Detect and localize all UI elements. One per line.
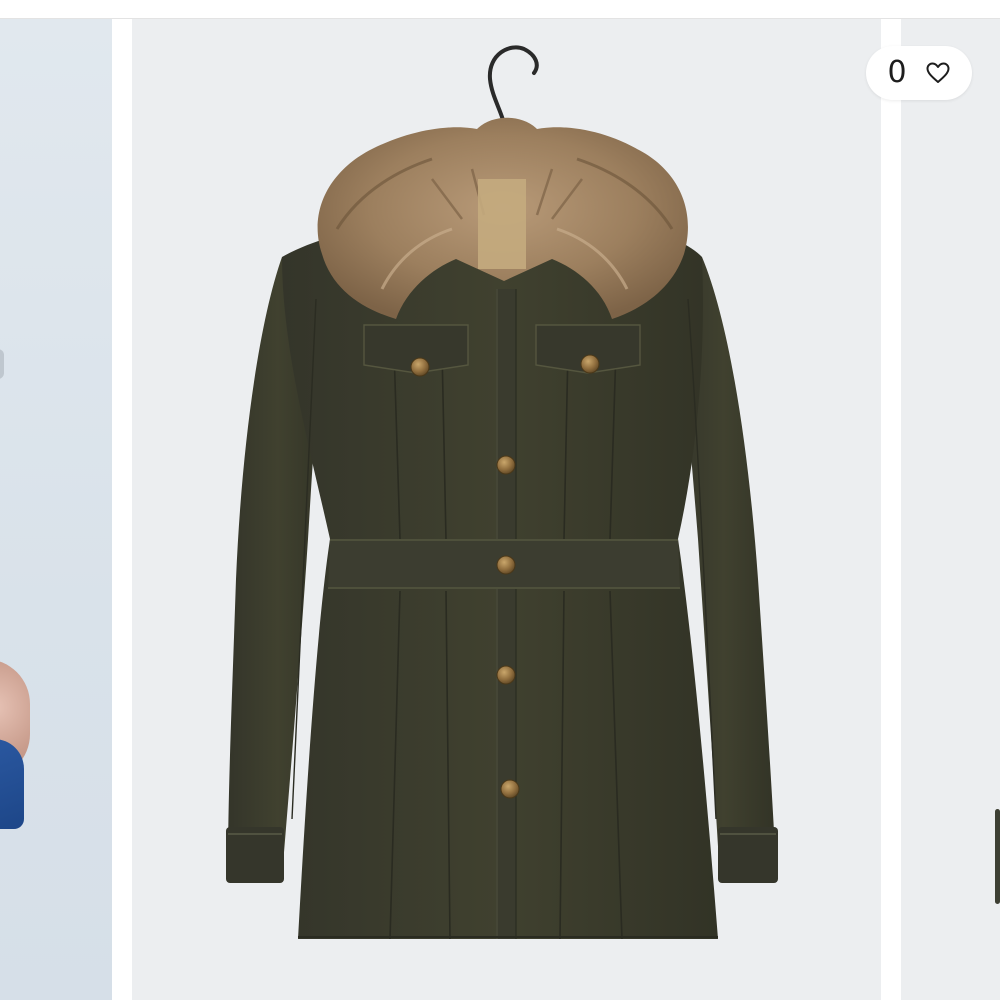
next-product-edge <box>995 809 1000 904</box>
image-carousel[interactable] <box>0 19 1000 1000</box>
model-hair <box>0 349 4 379</box>
carousel-gutter <box>112 19 132 1000</box>
carousel-gutter <box>881 19 901 1000</box>
coat-product-image <box>226 45 778 940</box>
carousel-slide-next[interactable] <box>901 19 1000 1000</box>
favorite-button[interactable]: 0 <box>866 46 972 100</box>
carousel-slide-previous[interactable] <box>0 19 112 1000</box>
heart-outline-icon <box>926 62 950 83</box>
carousel-slide-current[interactable] <box>132 19 881 1000</box>
favorite-count: 0 <box>887 55 907 90</box>
product-gallery-page: 0 <box>0 0 1000 1000</box>
top-bar <box>0 0 1000 19</box>
